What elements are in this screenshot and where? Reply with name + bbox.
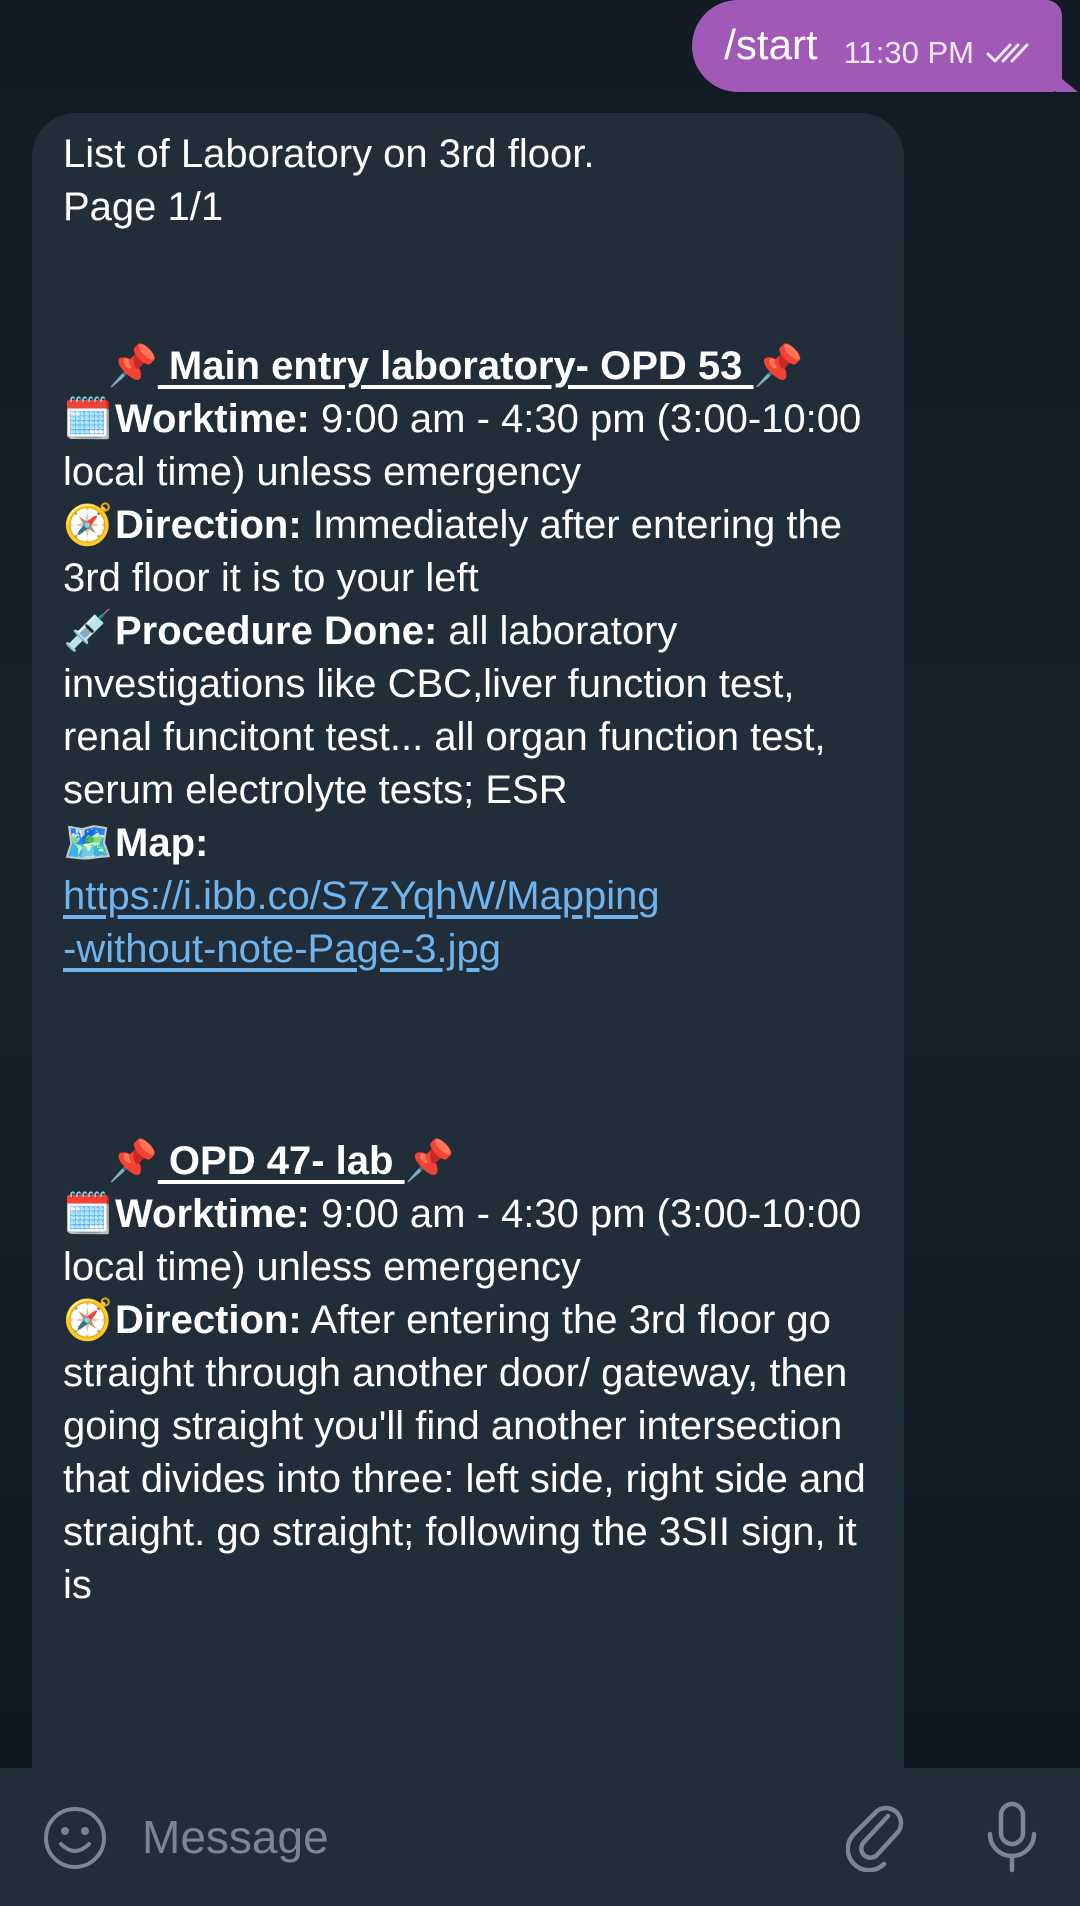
message-time: 11:30 PM: [843, 35, 974, 70]
pin-icon: 📌: [404, 1139, 455, 1183]
double-check-icon: [986, 43, 1029, 63]
incoming-message-text: List of Laboratory on 3rd floor. Page 1/…: [63, 128, 883, 1612]
map-icon: 🗺️: [63, 821, 113, 865]
smiley-icon[interactable]: [42, 1805, 108, 1871]
worktime-line: 🗓️Worktime: 9:00 am - 4:30 pm (3:00-10:0…: [63, 393, 883, 499]
lab-title: 📌 Main entry laboratory- OPD 53 📌: [108, 344, 804, 388]
outgoing-message[interactable]: /start 11:30 PM: [692, 0, 1078, 92]
worktime-line: 🗓️Worktime: 9:00 am - 4:30 pm (3:00-10:0…: [63, 1188, 883, 1294]
pin-icon: 📌: [108, 344, 158, 388]
outgoing-message-meta: 11:30 PM: [844, 35, 1032, 71]
direction-line: 🧭Direction: After entering the 3rd floor…: [63, 1294, 883, 1612]
message-header: List of Laboratory on 3rd floor.: [63, 132, 595, 176]
outgoing-message-text: /start: [724, 21, 818, 68]
map-link[interactable]: https://i.ibb.co/S7zYqhW/Mapping -without…: [63, 874, 660, 971]
map-line: 🗺️Map:: [63, 817, 883, 870]
lab-title: 📌 OPD 47- lab 📌: [108, 1139, 455, 1183]
pin-icon: 📌: [108, 1139, 158, 1183]
direction-line: 🧭Direction: Immediately after entering t…: [63, 499, 883, 605]
syringe-icon: 💉: [63, 609, 113, 653]
message-input[interactable]: Message: [142, 1810, 329, 1864]
microphone-icon[interactable]: [982, 1800, 1042, 1874]
message-input-bar: Message: [0, 1768, 1080, 1906]
pin-icon: 📌: [753, 344, 804, 388]
paperclip-icon[interactable]: [846, 1802, 912, 1872]
compass-icon: 🧭: [63, 1298, 113, 1342]
calendar-icon: 🗓️: [63, 397, 113, 441]
calendar-icon: 🗓️: [63, 1192, 113, 1236]
chat-area[interactable]: /start 11:30 PM List of Laboratory on 3r…: [0, 0, 1080, 1768]
compass-icon: 🧭: [63, 503, 113, 547]
procedure-line: 💉Procedure Done: all laboratory investig…: [63, 605, 883, 817]
page-indicator: Page 1/1: [63, 185, 224, 229]
